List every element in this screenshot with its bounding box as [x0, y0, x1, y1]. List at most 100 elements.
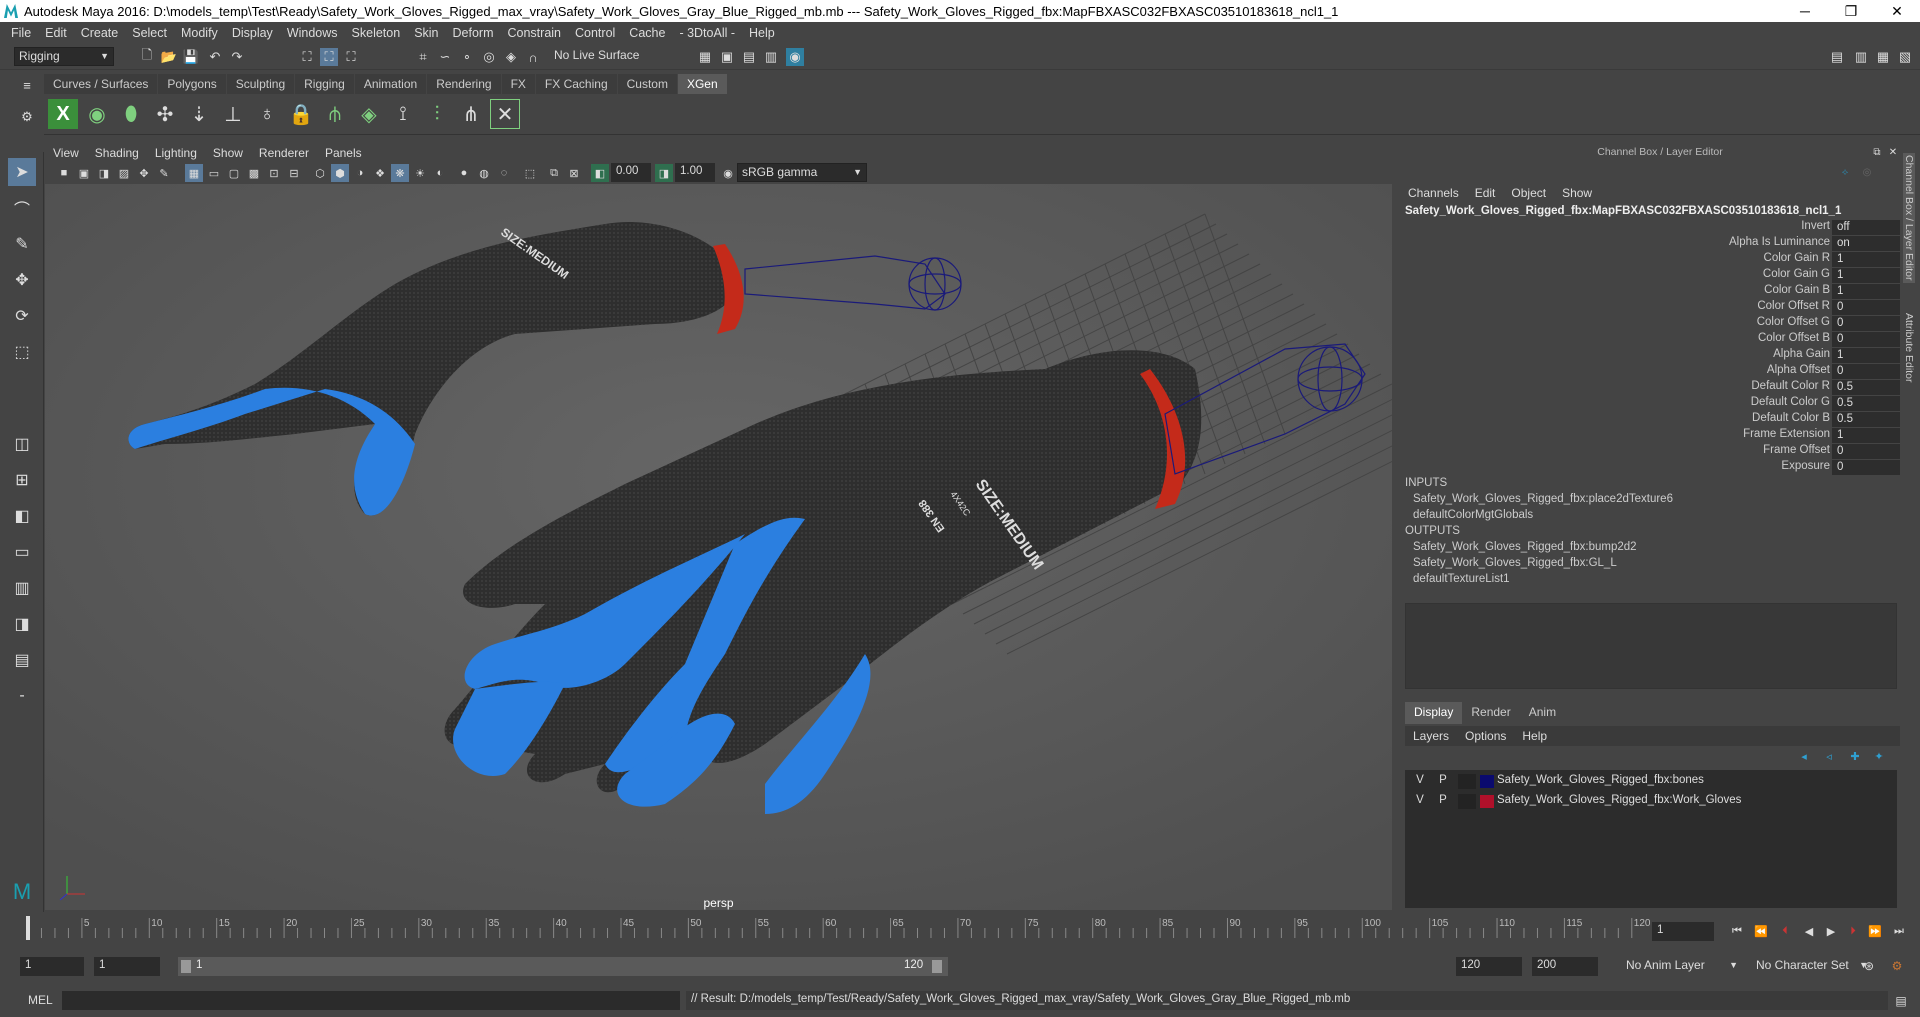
render-settings-icon[interactable]: ▦ [696, 48, 714, 66]
play-forwards-icon[interactable]: ▶ [1822, 922, 1840, 940]
vp-menu-shading[interactable]: Shading [87, 146, 147, 160]
step-back-key-icon[interactable]: ⏪ [1752, 922, 1770, 940]
attr-value[interactable]: 1 [1832, 348, 1902, 363]
vp-menu-lighting[interactable]: Lighting [147, 146, 205, 160]
layer-playback-toggle[interactable]: P [1436, 794, 1450, 806]
shelf-tab-animation[interactable]: Animation [354, 74, 427, 94]
camera-attr-icon[interactable]: ▣ [75, 164, 93, 182]
layer-row[interactable]: V P Safety_Work_Gloves_Rigged_fbx:Work_G… [1405, 792, 1897, 811]
attr-row[interactable]: Color Gain G1 [1400, 268, 1905, 284]
attr-value[interactable]: on [1832, 236, 1902, 251]
xgen-hair-icon[interactable]: ⫶ [422, 99, 452, 129]
grease-pencil-icon[interactable]: ✎ [155, 164, 173, 182]
render-frame-icon[interactable]: ▣ [718, 48, 736, 66]
xgen-preview-icon[interactable]: ◉ [82, 99, 112, 129]
gamma-icon[interactable]: ◨ [655, 164, 673, 182]
select-hierarchy-icon[interactable]: ⛶ [298, 48, 316, 66]
attr-value[interactable]: 0 [1832, 364, 1902, 379]
input-node[interactable]: defaultColorMgtGlobals [1413, 509, 1533, 521]
current-frame-marker[interactable] [26, 916, 30, 940]
current-frame-field[interactable]: 1 [1652, 922, 1714, 941]
scale-tool-icon[interactable]: ⬚ [8, 338, 36, 366]
snap-point-icon[interactable]: ∘ [458, 48, 476, 66]
hypershade-layout-icon[interactable]: ◨ [8, 610, 36, 638]
menu-create[interactable]: Create [74, 26, 126, 40]
menu-3dtoall[interactable]: - 3DtoAll - [672, 26, 742, 40]
go-to-start-icon[interactable]: ⏮ [1728, 922, 1746, 940]
outputs-header[interactable]: OUTPUTS [1405, 525, 1460, 537]
attr-row[interactable]: Alpha Is Luminance on [1400, 236, 1905, 252]
xgen-guide-add-icon[interactable]: ✣ [150, 99, 180, 129]
attr-row[interactable]: Default Color B 0.5 [1400, 412, 1905, 428]
attr-row[interactable]: Frame Extension 1 [1400, 428, 1905, 444]
xray-joints-icon[interactable]: ◍ [475, 164, 493, 182]
layer-display-type[interactable] [1458, 774, 1476, 789]
four-view-icon[interactable]: ⊞ [8, 466, 36, 494]
layer-menu-options[interactable]: Options [1457, 729, 1514, 743]
attr-value[interactable]: 0 [1832, 444, 1902, 459]
attribute-editor-toggle-icon[interactable]: ◎ [1858, 163, 1876, 181]
snap-surface-icon[interactable]: ◈ [502, 48, 520, 66]
menu-select[interactable]: Select [125, 26, 174, 40]
attr-value[interactable]: 0.5 [1832, 396, 1902, 411]
shelf-tab-fx-caching[interactable]: FX Caching [535, 74, 617, 94]
menu-help[interactable]: Help [742, 26, 782, 40]
select-tool-icon[interactable]: ➤ [8, 158, 36, 186]
attr-row[interactable]: Default Color G 0.5 [1400, 396, 1905, 412]
shelf-tab-rendering[interactable]: Rendering [427, 74, 501, 94]
xray-icon[interactable]: ● [455, 164, 473, 182]
layer-tab-render[interactable]: Render [1462, 702, 1519, 724]
snap-grid-icon[interactable]: ⌗ [414, 48, 432, 66]
shelf-menu-icon[interactable]: ≡ [18, 76, 36, 94]
shelf-tab-polygons[interactable]: Polygons [158, 74, 226, 94]
attr-value[interactable]: 0 [1832, 332, 1902, 347]
attr-row[interactable]: Default Color R 0.5 [1400, 380, 1905, 396]
menu-windows[interactable]: Windows [280, 26, 345, 40]
xgen-guide-place-icon[interactable]: ⇣ [184, 99, 214, 129]
layout-icon-3[interactable]: ▦ [1874, 48, 1892, 66]
attr-row[interactable]: Alpha Offset 0 [1400, 364, 1905, 380]
attr-value[interactable]: off [1832, 220, 1902, 235]
attr-value[interactable]: 1 [1832, 252, 1902, 267]
step-forward-key-icon[interactable]: ⏩ [1866, 922, 1884, 940]
2d-pan-icon[interactable]: ✥ [135, 164, 153, 182]
inputs-header[interactable]: INPUTS [1405, 477, 1447, 489]
side-tab-channel-box[interactable]: Channel Box / Layer Editor [1903, 153, 1915, 283]
attr-row[interactable]: Color Offset G0 [1400, 316, 1905, 332]
xgen-grass-icon[interactable]: ⫛ [320, 99, 350, 129]
redo-icon[interactable]: ↷ [228, 48, 246, 66]
grid-toggle-icon[interactable]: ▦ [185, 164, 203, 182]
anim-layer-dropdown[interactable]: No Anim Layer ▼ [1622, 957, 1742, 976]
layer-playback-toggle[interactable]: P [1436, 774, 1450, 786]
persp-outliner-icon[interactable]: ▭ [8, 538, 36, 566]
paint-select-icon[interactable]: ✎ [8, 230, 36, 258]
range-slider[interactable]: 1 120 [178, 957, 948, 976]
single-view-icon[interactable]: ◫ [8, 430, 36, 458]
motion-blur-icon[interactable]: ⧉ [545, 164, 563, 182]
minimize-button[interactable]: ─ [1782, 3, 1828, 19]
command-input[interactable] [62, 991, 680, 1010]
mode-dropdown[interactable]: Rigging ▼ [14, 47, 114, 66]
render-view-icon[interactable]: ▥ [762, 48, 780, 66]
layout-extra-icon[interactable]: ▤ [8, 646, 36, 674]
menu-display[interactable]: Display [225, 26, 280, 40]
shelf-tab-custom[interactable]: Custom [617, 74, 677, 94]
script-editor-icon[interactable]: ▤ [1892, 992, 1910, 1010]
layout-icon-2[interactable]: ▥ [1852, 48, 1870, 66]
attr-value[interactable]: 0 [1832, 316, 1902, 331]
attr-value[interactable]: 1 [1832, 428, 1902, 443]
wireframe-icon[interactable]: ⬡ [311, 164, 329, 182]
output-node[interactable]: defaultTextureList1 [1413, 573, 1510, 585]
output-node[interactable]: Safety_Work_Gloves_Rigged_fbx:GL_L [1413, 557, 1617, 569]
camera-icon[interactable]: ■ [55, 164, 73, 182]
gamma-field[interactable]: 1.00 [675, 163, 715, 182]
layer-color-swatch[interactable] [1480, 775, 1494, 788]
side-tab-attribute-editor[interactable]: Attribute Editor [1903, 313, 1915, 382]
maya-home-icon[interactable]: M [8, 878, 36, 906]
attr-row[interactable]: Color Offset B0 [1400, 332, 1905, 348]
ambient-occlusion-icon[interactable]: ⬚ [521, 164, 539, 182]
lasso-tool-icon[interactable]: ⌒ [8, 194, 36, 222]
range-handle-start[interactable] [181, 960, 191, 973]
cb-menu-channels[interactable]: Channels [1400, 186, 1467, 200]
layer-visibility-toggle[interactable]: V [1413, 794, 1427, 806]
